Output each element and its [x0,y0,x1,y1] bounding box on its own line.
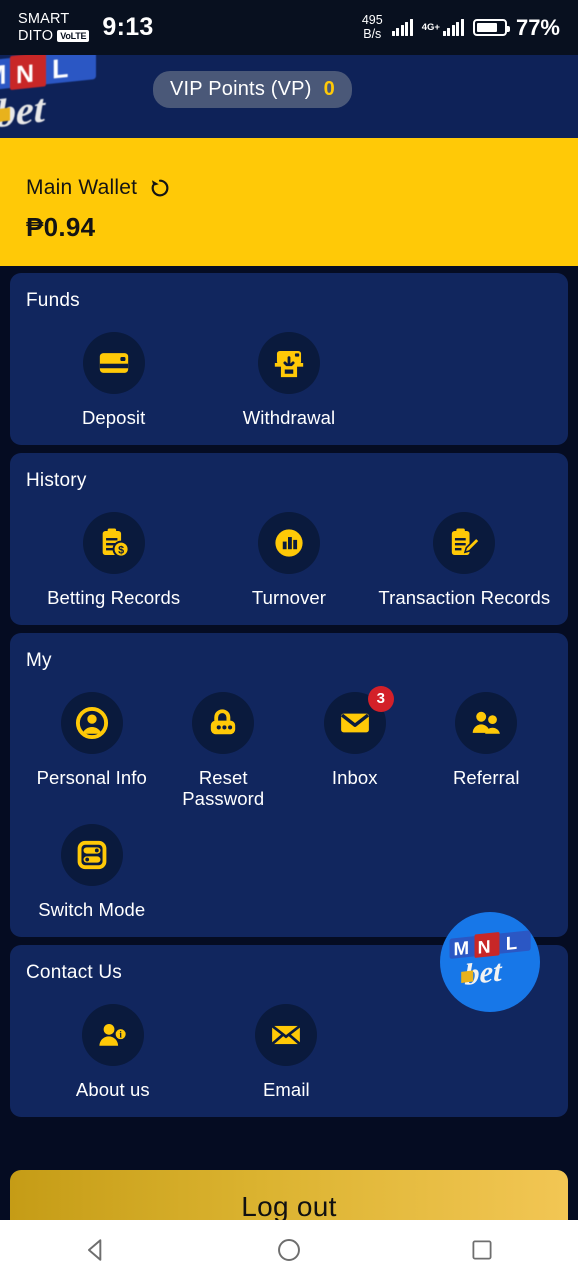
tile-label-transaction-records: Transaction Records [378,586,551,608]
recents-square-icon[interactable] [452,1220,512,1280]
brand-logo[interactable]: M N L bet [0,55,134,138]
tile-withdrawal[interactable]: Withdrawal [201,318,376,429]
svg-text:M: M [0,58,6,91]
status-indicators: 495 B/s 4G+ 77% [362,14,560,40]
network-speed-unit: B/s [363,26,382,41]
logout-label: Log out [241,1191,337,1222]
main-content: Funds Deposit Withdrawal History $ Betti… [0,266,578,1117]
tile-label-turnover: Turnover [251,586,327,608]
tile-personal-info[interactable]: Personal Info [26,678,158,811]
section-history: History $ Betting Records Turnover Trans… [10,452,568,625]
user-circle-icon [60,691,123,754]
section-title-history: History [26,469,87,491]
section-title-my: My [26,649,52,671]
signal-strength-icon-2: 4G+ [422,19,464,36]
tile-label-email: Email [262,1079,310,1101]
refresh-icon[interactable] [149,177,171,199]
tile-label-inbox: Inbox [331,766,378,788]
inbox-unread-badge: 3 [367,685,394,712]
section-funds: Funds Deposit Withdrawal [10,273,568,445]
tile-about-us[interactable]: i About us [26,990,200,1101]
user-info-icon: i [81,1004,144,1067]
tile-label-switch-mode: Switch Mode [38,899,146,921]
network-type-label: 4G+ [421,21,440,33]
home-circle-icon[interactable] [259,1220,319,1280]
section-title-funds: Funds [26,290,80,311]
back-triangle-icon[interactable] [66,1220,126,1280]
funds-grid: Deposit Withdrawal [26,318,552,429]
brand-logo-badge[interactable]: M N L bet [440,912,540,1013]
credit-card-icon [82,332,145,394]
tile-deposit[interactable]: Deposit [26,318,201,429]
tile-switch-mode[interactable]: Switch Mode [26,810,158,921]
wallet-header-row: Main Wallet [26,176,578,200]
lock-icon [192,691,255,754]
vip-points-value: 0 [323,78,335,100]
android-nav-bar [0,1220,578,1280]
tile-label-personal-info: Personal Info [36,766,147,788]
carrier-name-1: SMART [18,11,70,28]
tile-reset-password[interactable]: Reset Password [158,678,290,811]
clipboard-pencil-icon [433,511,496,574]
status-bar: SMART DITO VoLTE 9:13 495 B/s 4G+ 77% [0,0,578,55]
app-header: M N L bet VIP Points (VP) 0 [0,55,578,138]
tile-turnover[interactable]: Turnover [201,498,376,609]
mail-icon [255,1004,318,1067]
section-my: My Personal Info Reset Password 3 Inbox … [10,632,568,938]
tile-inbox[interactable]: 3 Inbox [289,678,421,811]
tile-label-withdrawal: Withdrawal [242,407,336,428]
carrier-info: SMART DITO VoLTE [18,11,90,44]
carrier-row-1: SMART [18,11,89,27]
toggle-sliders-icon [60,824,123,887]
signal-strength-icon-1 [391,19,413,36]
svg-text:$: $ [118,544,124,556]
main-wallet-banner: Main Wallet ₱0.94 [0,138,578,266]
battery-percent: 77% [515,14,560,40]
wallet-label: Main Wallet [26,176,138,199]
svg-text:N: N [16,60,34,90]
tile-label-betting-records: Betting Records [47,586,181,608]
history-grid: $ Betting Records Turnover Transaction R… [26,498,552,609]
tile-transaction-records[interactable]: Transaction Records [377,498,552,609]
bar-chart-icon [257,511,320,574]
contact-row: i About us Email M N L bet [26,912,552,1101]
wallet-balance: ₱0.94 [26,212,96,242]
network-speed: 495 B/s [362,14,383,40]
carrier-row-2: DITO VoLTE [18,27,90,44]
tile-label-reset-password: Reset Password [182,766,265,810]
clipboard-dollar-icon: $ [82,511,145,574]
tile-referral[interactable]: Referral [421,678,553,811]
cash-withdraw-icon [257,332,320,394]
my-grid: Personal Info Reset Password 3 Inbox Ref… [26,678,552,921]
network-speed-value: 495 [361,13,383,28]
volte-badge: VoLTE [57,29,90,42]
section-contact-us: Contact Us i About us Email M N L bet [10,912,568,1117]
tile-label-referral: Referral [452,766,520,788]
users-icon [455,691,518,754]
status-clock: 9:13 [102,13,154,41]
battery-icon [472,19,510,36]
vip-points-label: VIP Points (VP) [170,78,312,100]
signal-bars-2 [442,19,464,36]
svg-text:L: L [506,932,517,954]
tile-email[interactable]: Email [200,990,374,1101]
vip-points-pill[interactable]: VIP Points (VP) 0 [153,71,352,108]
carrier-name-2: DITO [18,27,54,44]
tile-betting-records[interactable]: $ Betting Records [26,498,201,609]
tile-label-deposit: Deposit [81,407,146,428]
svg-text:M: M [453,937,469,960]
contact-grid: i About us Email [26,990,373,1101]
tile-label-about-us: About us [75,1079,150,1101]
svg-text:L: L [52,55,68,85]
envelope-icon: 3 [323,685,394,754]
